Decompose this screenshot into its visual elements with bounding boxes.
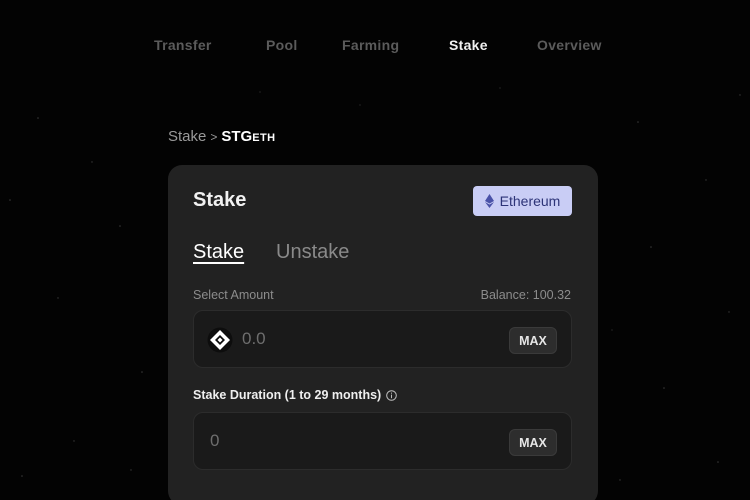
breadcrumb-current: STGETH: [221, 128, 275, 145]
tab-stake[interactable]: Stake: [193, 241, 244, 264]
nav-item-overview[interactable]: Overview: [537, 37, 602, 53]
stake-card: Stake Ethereum Stake Unstake Select Amou…: [168, 165, 598, 500]
nav-item-pool[interactable]: Pool: [266, 37, 298, 53]
duration-max-button[interactable]: MAX: [509, 429, 557, 456]
stake-duration-label-text: Stake Duration (1 to 29 months): [193, 388, 382, 402]
nav-item-transfer[interactable]: Transfer: [154, 37, 212, 53]
chain-label: Ethereum: [499, 193, 561, 209]
breadcrumb: Stake > STGETH: [168, 128, 275, 145]
card-title: Stake: [193, 189, 247, 211]
info-icon[interactable]: [386, 389, 398, 401]
top-navigation: Transfer Pool Farming Stake Overview: [0, 37, 750, 57]
nav-item-stake[interactable]: Stake: [449, 37, 488, 53]
stake-duration-label: Stake Duration (1 to 29 months): [193, 388, 398, 402]
breadcrumb-separator: >: [210, 130, 218, 144]
select-amount-label: Select Amount: [193, 288, 274, 302]
breadcrumb-parent[interactable]: Stake: [168, 128, 206, 145]
amount-input[interactable]: [242, 311, 492, 367]
amount-max-button[interactable]: MAX: [509, 327, 557, 354]
balance-text: Balance: 100.32: [480, 288, 571, 302]
breadcrumb-current-sub: ETH: [252, 132, 276, 144]
ethereum-icon: [484, 194, 494, 208]
stargate-token-icon: [207, 327, 233, 353]
duration-input-box: MAX: [193, 412, 572, 470]
duration-input[interactable]: [210, 413, 490, 469]
tab-unstake[interactable]: Unstake: [276, 241, 349, 264]
nav-item-farming[interactable]: Farming: [342, 37, 399, 53]
breadcrumb-current-main: STG: [221, 128, 253, 145]
amount-input-box: MAX: [193, 310, 572, 368]
chain-selector[interactable]: Ethereum: [473, 186, 572, 216]
